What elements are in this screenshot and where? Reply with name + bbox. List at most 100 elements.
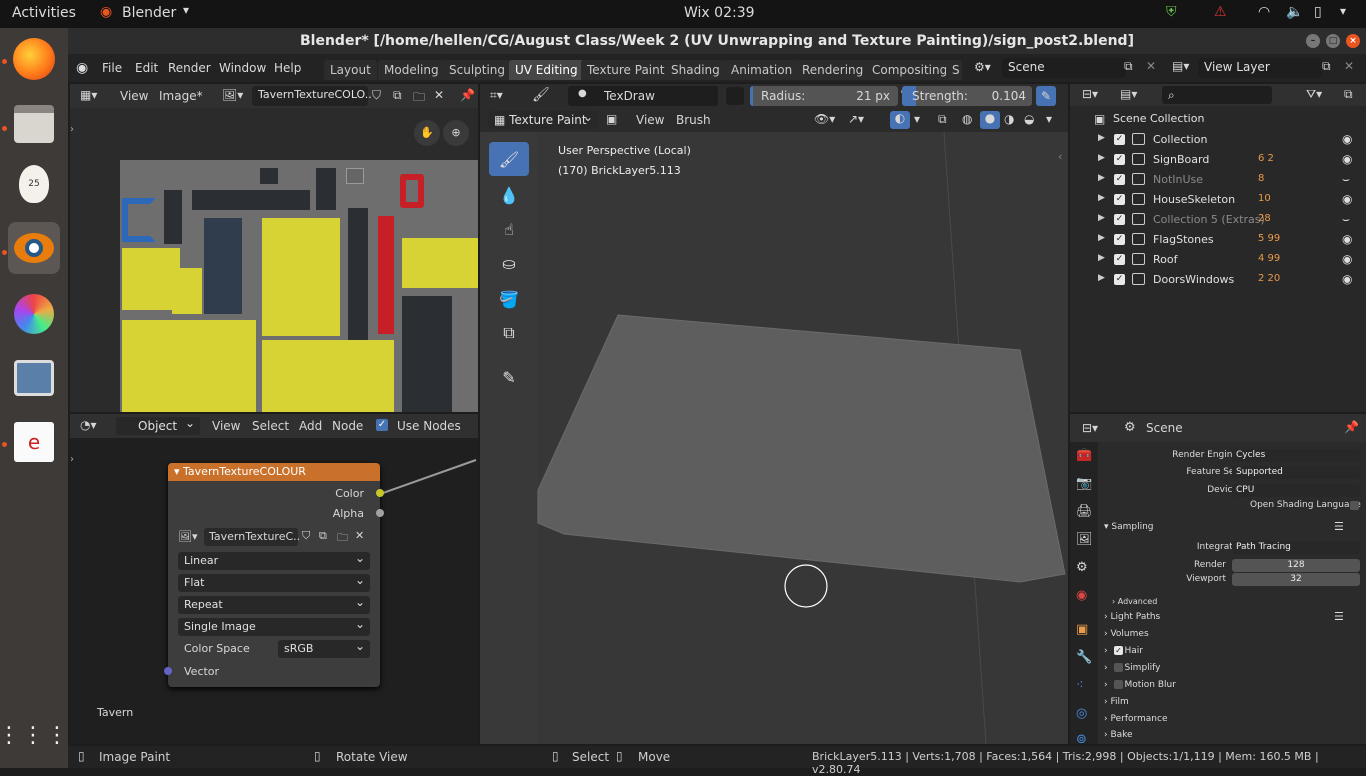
vector-input-socket[interactable]	[164, 667, 172, 675]
outliner-row[interactable]: ▶ ✓ SignBoard 6 2 ◉	[1072, 150, 1366, 170]
display-mode-icon[interactable]: ▤▾	[1120, 87, 1137, 101]
new-collection-icon[interactable]: ⧉	[1344, 87, 1353, 102]
3d-viewport[interactable]: ⌗▾ 🖌 ● TexDraw Radius: 21 px ✎ Strength:…	[480, 84, 1068, 744]
collection-label[interactable]: NotInUse	[1153, 173, 1203, 186]
annotate-tool-icon[interactable]: ✎	[489, 360, 529, 394]
tab-rendering[interactable]: Rendering	[796, 60, 870, 80]
collection-checkbox[interactable]: ✓	[1114, 134, 1125, 145]
object-tab-icon[interactable]: ▣	[1076, 622, 1088, 637]
strength-slider[interactable]: Strength: 0.104	[902, 86, 1032, 106]
brush-color-swatch[interactable]	[726, 87, 744, 105]
menu-file[interactable]: File	[102, 61, 122, 75]
collection-label[interactable]: DoorsWindows	[1153, 273, 1234, 286]
close-button[interactable]: ×	[1346, 34, 1360, 48]
rendered-shading-icon[interactable]: ◒	[1024, 112, 1034, 126]
tab-animation[interactable]: Animation	[725, 60, 799, 80]
collection-checkbox[interactable]: ✓	[1114, 154, 1125, 165]
shading-dropdown-icon[interactable]: ▾	[1046, 112, 1052, 126]
fake-user-icon[interactable]: ⛉	[372, 88, 381, 103]
collection-label[interactable]: HouseSkeleton	[1153, 193, 1235, 206]
interpolation-dropdown[interactable]: Linear	[178, 551, 370, 570]
node-image-field[interactable]: TavernTextureC..	[204, 528, 300, 546]
extension-dropdown[interactable]: Repeat	[178, 595, 370, 614]
motion-blur-checkbox[interactable]	[1114, 680, 1123, 689]
object-type-dropdown[interactable]: Object	[116, 416, 200, 435]
outliner-row[interactable]: ▶ ✓ HouseSkeleton 10 ◉	[1072, 190, 1366, 210]
hair-checkbox[interactable]: ✓	[1114, 646, 1123, 655]
pan-hand-icon[interactable]: ✋	[414, 120, 440, 146]
node-add-menu[interactable]: Add	[299, 419, 322, 433]
scene-icon[interactable]: ⚙▾	[974, 60, 991, 74]
color-output-socket[interactable]	[376, 489, 384, 497]
collection-label[interactable]: FlagStones	[1153, 233, 1214, 246]
output-tab-icon[interactable]: 🖨	[1076, 504, 1093, 519]
editor-type-icon[interactable]: ▦▾	[80, 88, 97, 102]
light-paths-panel[interactable]: › Light Paths	[1104, 612, 1160, 622]
overlays-icon[interactable]: ◐	[890, 111, 910, 129]
blender-dock-icon[interactable]	[8, 222, 60, 274]
eye-icon[interactable]: ◉	[1342, 272, 1352, 286]
timer-egg-icon[interactable]: 25	[8, 158, 60, 210]
pin-icon[interactable]: 📌	[460, 88, 475, 102]
outliner-row[interactable]: ▶ ✓ FlagStones 5 99 ◉	[1072, 230, 1366, 250]
soften-tool-icon[interactable]: 💧	[489, 178, 529, 212]
tab-shading[interactable]: Shading	[665, 60, 726, 80]
strength-pressure-icon[interactable]: ✎	[1036, 86, 1056, 106]
node-select-menu[interactable]: Select	[252, 419, 289, 433]
editor-type-icon[interactable]: ⊟▾	[1082, 421, 1098, 435]
overlays-dropdown-icon[interactable]: ▾	[914, 112, 920, 126]
wireframe-shading-icon[interactable]: ◍	[962, 112, 972, 126]
unlink-image-icon[interactable]: ✕	[434, 88, 444, 102]
tab-sculpting[interactable]: Sculpting	[443, 60, 512, 80]
expand-arrow-icon[interactable]: ▶	[1098, 233, 1105, 243]
constraints-tab-icon[interactable]: ⊚	[1076, 732, 1087, 747]
krita-icon[interactable]	[8, 288, 60, 340]
outliner-row[interactable]: ▶ ✓ Collection 5 (Extras) 28 ⌣	[1072, 210, 1366, 230]
alpha-output-socket[interactable]	[376, 509, 384, 517]
open-image-icon[interactable]: 🗀	[413, 88, 425, 109]
tool-tab-icon[interactable]: 🧰	[1076, 448, 1092, 463]
expand-arrow-icon[interactable]: ▶	[1098, 133, 1105, 143]
menu-render[interactable]: Render	[168, 61, 211, 75]
outliner-search-input[interactable]: ⌕	[1162, 86, 1272, 104]
collection-checkbox[interactable]: ✓	[1114, 254, 1125, 265]
expand-arrow-icon[interactable]: ▶	[1098, 253, 1105, 263]
tab-modeling[interactable]: Modeling	[378, 60, 445, 80]
sampling-presets-icon[interactable]: ☰	[1334, 520, 1344, 533]
render-samples-field[interactable]: 128	[1232, 559, 1360, 572]
copy-view-layer-icon[interactable]: ⧉	[1322, 59, 1331, 74]
shield-icon[interactable]: ⛨	[1166, 4, 1177, 20]
collection-checkbox[interactable]: ✓	[1114, 214, 1125, 225]
properties-editor[interactable]: ⊟▾ ⚙ Scene 📌 🧰 📷 🖨 🖼 ⚙ ◉ ▣ 🔧 ⁖ ◎ ⊚ Rende…	[1070, 414, 1366, 747]
blender-logo-icon[interactable]: ◉	[76, 60, 88, 76]
mask-tool-icon[interactable]: ⧉	[489, 316, 529, 350]
pin-icon[interactable]: 📌	[1344, 420, 1359, 434]
menu-help[interactable]: Help	[274, 61, 301, 75]
texture-canvas[interactable]	[120, 160, 478, 412]
menu-window[interactable]: Window	[219, 61, 266, 75]
image-browse-icon[interactable]: 🖼▾	[222, 88, 243, 102]
menu-edit[interactable]: Edit	[135, 61, 158, 75]
brush-selector[interactable]: ● TexDraw	[568, 86, 718, 106]
viewport-brush-menu[interactable]: Brush	[676, 113, 711, 127]
clone-tool-icon[interactable]: ⛀	[489, 246, 529, 280]
simplify-panel[interactable]: › Simplify	[1104, 663, 1161, 673]
collection-label[interactable]: Collection 5 (Extras)	[1153, 213, 1265, 226]
fake-user-icon[interactable]: ⛉	[302, 529, 310, 543]
visibility-icon[interactable]: 👁▾	[814, 112, 835, 126]
scene-collection-label[interactable]: Scene Collection	[1113, 112, 1204, 125]
motion-blur-panel[interactable]: › Motion Blur	[1104, 680, 1176, 690]
device-dropdown[interactable]: CPU	[1232, 484, 1360, 497]
expand-arrow-icon[interactable]: ▶	[1098, 273, 1105, 283]
outliner-row[interactable]: ▶ ✓ Collection ◉	[1072, 130, 1366, 150]
image-view-menu[interactable]: View	[120, 89, 148, 103]
outliner-row[interactable]: ▶ ✓ DoorsWindows 2 20 ◉	[1072, 270, 1366, 290]
feature-set-dropdown[interactable]: Supported	[1232, 466, 1360, 479]
expand-arrow-icon[interactable]: ▶	[1098, 153, 1105, 163]
solid-shading-icon[interactable]: ●	[980, 111, 1000, 129]
render-tab-icon[interactable]: 📷	[1076, 476, 1092, 491]
expand-arrow-icon[interactable]: ▶	[1098, 173, 1105, 183]
tab-compositing[interactable]: Compositing	[866, 60, 954, 80]
collection-label[interactable]: Roof	[1153, 253, 1177, 266]
fill-tool-icon[interactable]: 🪣	[489, 282, 529, 316]
